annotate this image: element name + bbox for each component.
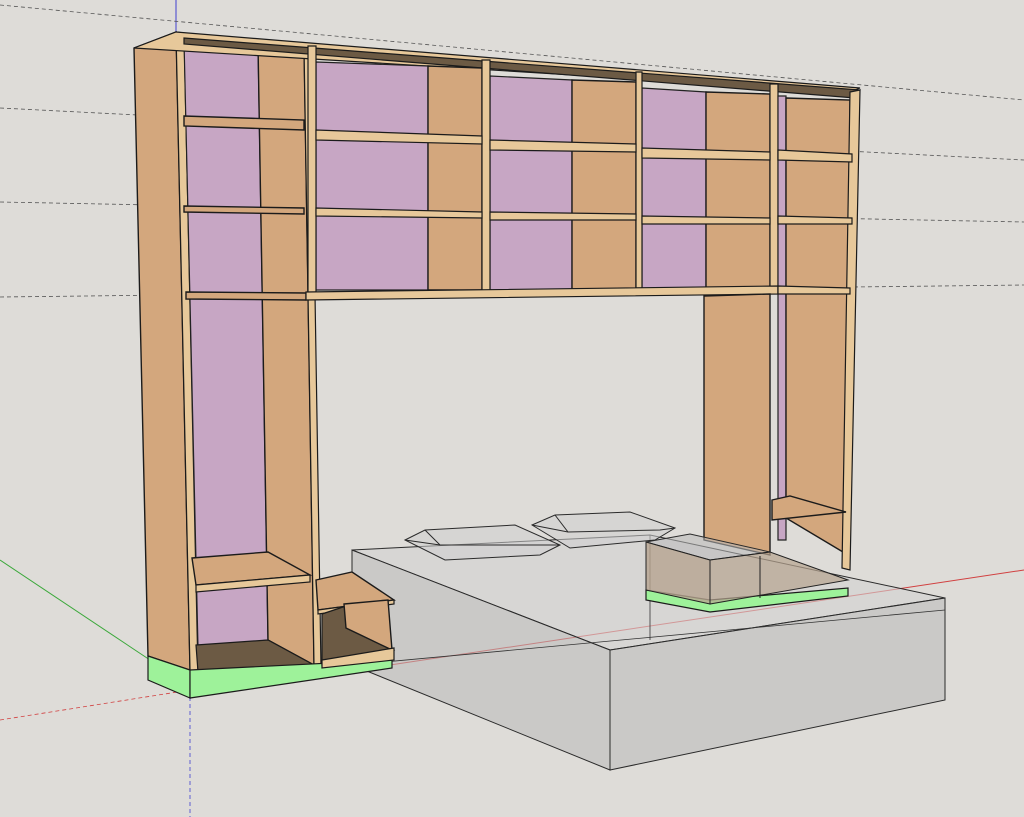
divider-3 <box>635 71 643 295</box>
right-tower-back-strip <box>777 95 787 541</box>
divider-4 <box>769 83 779 293</box>
left-shelf-3 <box>185 291 307 301</box>
bridge-shelf-2c <box>641 215 771 225</box>
axis-red-dotted <box>0 689 191 721</box>
axis-green <box>0 559 151 661</box>
right-tower-inner <box>785 97 851 557</box>
divider-1 <box>307 45 317 297</box>
bay-1-side <box>427 65 483 291</box>
left-shelf-2 <box>183 205 305 215</box>
bay-3-back <box>641 87 707 291</box>
bay-2-side <box>571 79 637 291</box>
scene-canvas[interactable] <box>0 0 1024 817</box>
bay-3-side <box>705 91 771 291</box>
bridge-shelf-2b <box>489 211 637 221</box>
model-viewport[interactable] <box>0 0 1024 817</box>
right-shelf-2 <box>777 215 853 225</box>
bay-1-back <box>315 61 429 291</box>
divider-2 <box>481 59 491 297</box>
bay-2-back <box>489 75 573 291</box>
right-tower-left-side <box>703 293 771 556</box>
right-shelf-3 <box>777 285 851 295</box>
